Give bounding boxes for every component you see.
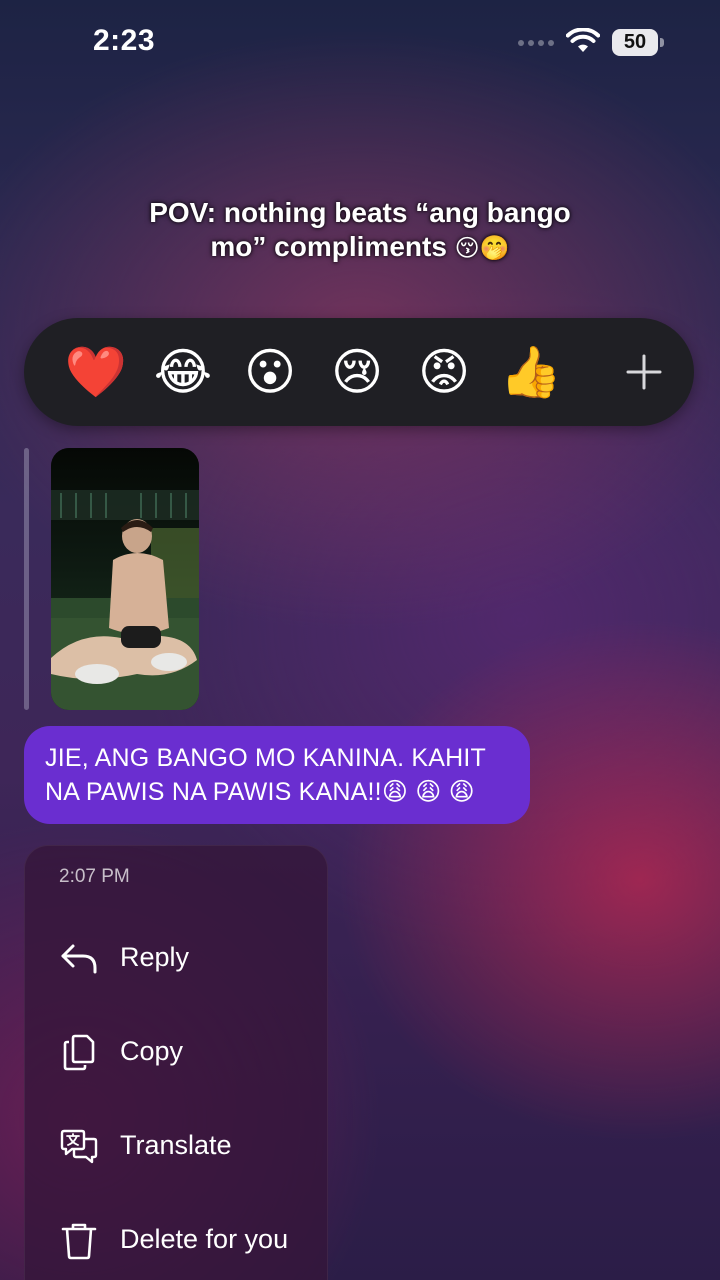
reply-icon [61,944,97,974]
reply-label: Reply [120,942,190,972]
translate-label: Translate [120,1130,232,1160]
reaction-heart-button[interactable]: ❤️ [64,340,128,404]
reaction-laugh-button[interactable]: 😂 [151,340,215,404]
translate-icon [60,1129,98,1164]
delete-menu-item[interactable]: Delete for you [25,1198,329,1278]
signal-dots-icon [518,40,554,46]
status-time: 2:23 [93,24,156,57]
battery-icon: 50 [612,29,664,56]
reaction-angry-button[interactable]: 😡 [412,340,476,404]
reply-indicator-line [24,448,29,710]
shared-photo[interactable] [51,448,199,710]
caption-line-2: mo” compliments [210,231,447,262]
message-context-menu: 2:07 PM Reply Copy Translate Delete for … [24,845,328,1280]
translate-menu-item[interactable]: Translate [25,1104,329,1184]
message-bubble[interactable]: JIE, ANG BANGO MO KANINA. KAHIT NA PAWIS… [24,726,530,824]
photo-image [51,448,199,710]
message-text: JIE, ANG BANGO MO KANINA. KAHIT NA PAWIS… [45,744,486,806]
copy-label: Copy [120,1036,184,1066]
wifi-icon [566,28,600,52]
copy-menu-item[interactable]: Copy [25,1010,329,1090]
trash-icon [61,1223,97,1260]
copy-icon [63,1034,95,1071]
reaction-sad-button[interactable]: 😢 [325,340,389,404]
video-caption: POV: nothing beats “ang bango mo” compli… [100,196,620,266]
plus-icon[interactable] [620,348,668,396]
reaction-thumbs-up-button[interactable]: 👍 [499,340,563,404]
caption-line-1: POV: nothing beats “ang bango [149,197,571,228]
reply-menu-item[interactable]: Reply [25,916,329,996]
battery-level: 50 [612,29,658,56]
reaction-bar: ❤️ 😂 😮 😢 😡 👍 [24,318,694,426]
status-bar: 2:23 50 [0,0,720,90]
reaction-wow-button[interactable]: 😮 [238,340,302,404]
delete-label: Delete for you [120,1224,289,1254]
message-timestamp: 2:07 PM [59,866,130,887]
caption-emojis: 😚🤭 [454,235,510,262]
